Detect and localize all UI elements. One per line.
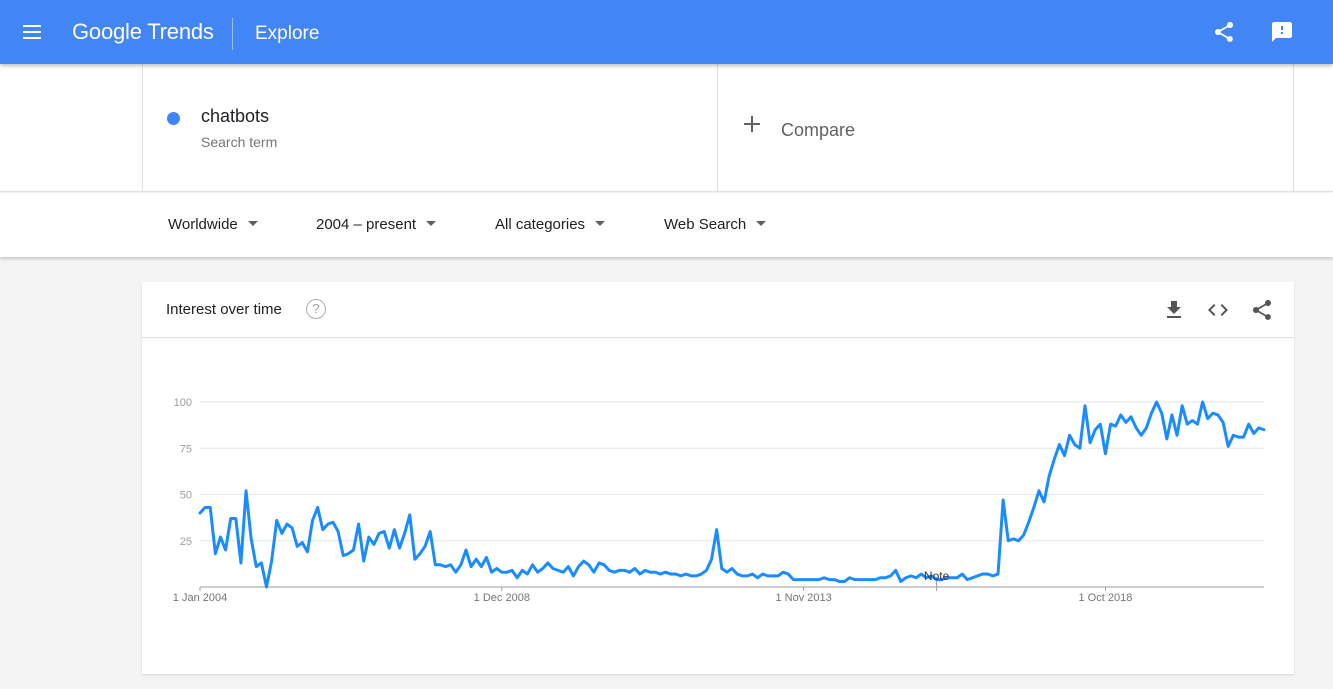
x-tick-label: 1 Dec 2008 bbox=[474, 592, 530, 604]
header-divider bbox=[232, 18, 233, 50]
search-term-type: Search term bbox=[201, 134, 278, 150]
y-tick-label: 100 bbox=[174, 397, 192, 409]
dropdown-arrow-icon bbox=[426, 220, 437, 226]
dropdown-arrow-icon bbox=[595, 220, 606, 226]
share-icon[interactable] bbox=[1250, 298, 1274, 322]
compare-label: Compare bbox=[781, 120, 856, 140]
term-color-dot bbox=[167, 112, 180, 125]
compare-button[interactable]: Compare bbox=[718, 64, 1294, 192]
x-tick-label: 1 Oct 2018 bbox=[1079, 592, 1133, 604]
search-terms-panel: chatbots Search term Compare bbox=[0, 64, 1333, 192]
interest-over-time-card: Interest over time ? 25 50 75 100 1 Jan 2004… bbox=[142, 282, 1294, 674]
search-property-dropdown[interactable]: Web Search bbox=[664, 216, 767, 233]
time-range-dropdown[interactable]: 2004 – present bbox=[316, 216, 437, 233]
interest-line-chart[interactable]: 25 50 75 100 1 Jan 2004 1 Dec 2008 1 Nov 2013 1… bbox=[142, 338, 1294, 674]
hamburger-menu-icon[interactable] bbox=[20, 20, 48, 44]
share-icon[interactable] bbox=[1212, 20, 1236, 44]
y-tick-label: 25 bbox=[180, 536, 192, 548]
region-dropdown[interactable]: Worldwide bbox=[168, 216, 258, 233]
app-logo[interactable]: Google Trends bbox=[72, 19, 214, 45]
category-dropdown[interactable]: All categories bbox=[495, 216, 606, 233]
embed-code-icon[interactable] bbox=[1206, 298, 1230, 322]
help-icon[interactable]: ? bbox=[306, 299, 326, 319]
time-range-value: 2004 – present bbox=[316, 216, 417, 233]
top-app-bar: Google Trends Explore bbox=[0, 0, 1333, 64]
dropdown-arrow-icon bbox=[756, 220, 767, 226]
x-tick-label: 1 Jan 2004 bbox=[173, 592, 227, 604]
category-value: All categories bbox=[495, 216, 586, 233]
dropdown-arrow-icon bbox=[247, 220, 258, 226]
download-icon[interactable] bbox=[1162, 298, 1186, 322]
x-tick-label: 1 Nov 2013 bbox=[775, 592, 831, 604]
card-header: Interest over time ? bbox=[142, 282, 1294, 338]
page-title: Explore bbox=[255, 23, 320, 44]
note-label: Note bbox=[924, 569, 950, 583]
search-term-card[interactable]: chatbots Search term bbox=[142, 64, 718, 192]
y-tick-label: 75 bbox=[180, 443, 192, 455]
search-property-value: Web Search bbox=[664, 216, 747, 233]
search-term-name[interactable]: chatbots bbox=[201, 106, 269, 127]
feedback-icon[interactable] bbox=[1270, 20, 1294, 44]
card-title: Interest over time bbox=[166, 301, 282, 318]
filter-bar: Worldwide 2004 – present All categories … bbox=[0, 193, 1333, 257]
plus-icon bbox=[744, 116, 760, 132]
region-value: Worldwide bbox=[168, 216, 238, 233]
y-tick-label: 50 bbox=[180, 490, 192, 502]
